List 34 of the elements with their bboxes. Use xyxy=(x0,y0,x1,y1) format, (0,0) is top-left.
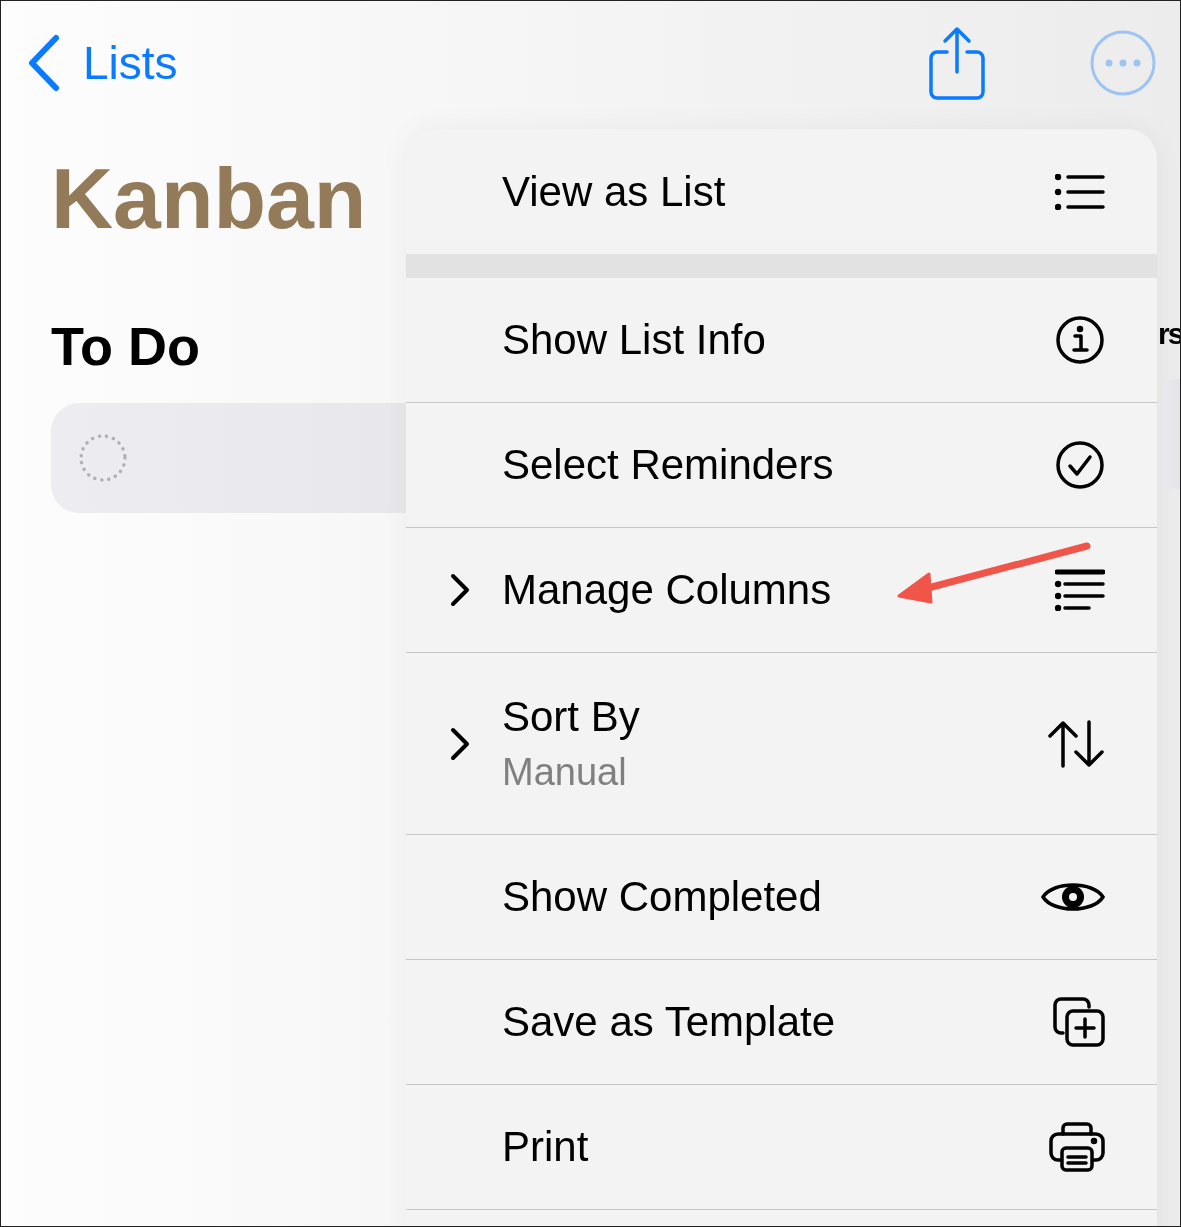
menu-item-label: Show List Info xyxy=(502,316,767,364)
menu-item[interactable]: Print xyxy=(406,1085,1157,1210)
more-button[interactable] xyxy=(1090,30,1156,96)
chevron-left-icon xyxy=(27,34,61,92)
list-icon xyxy=(1055,173,1105,210)
more-icon xyxy=(1090,30,1156,96)
chevron-right-icon xyxy=(450,726,470,761)
chevron-right-icon xyxy=(450,573,470,607)
menu-item-label: Sort By xyxy=(502,693,641,741)
duplicate-plus-icon xyxy=(1053,997,1105,1047)
menu-item-label: View as List xyxy=(502,167,727,216)
printer-icon xyxy=(1049,1122,1105,1172)
column-heading: To Do xyxy=(51,319,200,373)
list-title: Kanban xyxy=(51,155,367,241)
back-link[interactable]: Lists xyxy=(27,34,178,92)
share-icon xyxy=(928,26,986,100)
empty-circle-icon xyxy=(78,433,128,483)
columns-list-icon xyxy=(1055,569,1105,611)
menu-item-subtitle: Manual xyxy=(502,751,628,794)
share-button[interactable] xyxy=(928,26,986,100)
menu-item[interactable]: Sort By Manual xyxy=(406,653,1157,835)
menu-item[interactable]: Select Reminders xyxy=(406,403,1157,528)
menu-item[interactable]: Show List Info xyxy=(406,278,1157,403)
menu-item-label: Manage Columns xyxy=(502,566,833,614)
menu-item[interactable]: Save as Template xyxy=(406,960,1157,1085)
menu-item[interactable]: View as List xyxy=(406,129,1157,254)
sort-arrows-icon xyxy=(1047,719,1105,768)
checkmark-circle-icon xyxy=(1055,440,1105,490)
info-icon xyxy=(1055,315,1105,365)
menu-item-label: Show Completed xyxy=(502,873,823,921)
menu-item-label: Print xyxy=(502,1123,590,1171)
menu-item-label: Select Reminders xyxy=(502,441,835,489)
menu-item[interactable]: Show Completed xyxy=(406,835,1157,960)
menu-item-label: Save as Template xyxy=(502,998,837,1046)
